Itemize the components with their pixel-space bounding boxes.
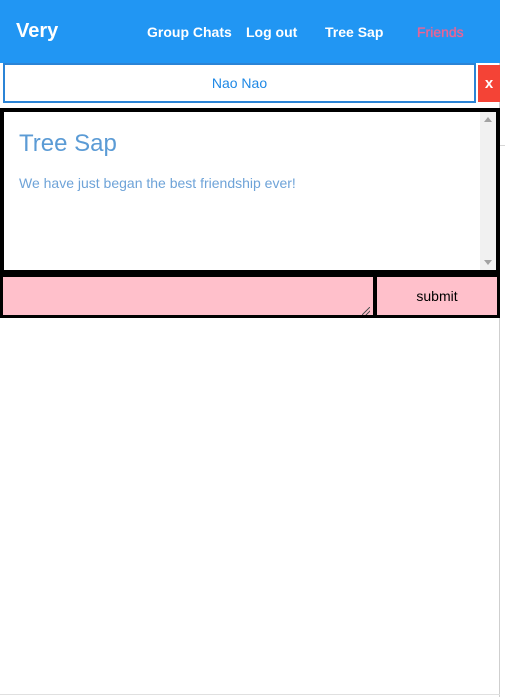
nav-link-group-chats[interactable]: Group Chats — [147, 24, 232, 40]
chat-partner-name: Nao Nao — [211, 75, 268, 91]
brand-logo[interactable]: Very — [16, 20, 58, 43]
message-panel: Tree Sap We have just began the best fri… — [0, 108, 500, 274]
right-edge-strip — [500, 0, 505, 697]
page: Very Group Chats Log out Tree Sap Friend… — [0, 0, 500, 697]
message-text: We have just began the best friendship e… — [19, 175, 296, 191]
submit-button[interactable]: submit — [377, 277, 497, 315]
divider — [500, 145, 505, 146]
resize-grip-icon[interactable] — [362, 307, 370, 315]
close-icon: x — [484, 75, 494, 92]
nav-link-log-out[interactable]: Log out — [246, 24, 297, 40]
message-scrollbar[interactable] — [480, 112, 496, 270]
divider — [0, 694, 500, 695]
nav-link-friends[interactable]: Friends — [417, 24, 464, 40]
close-chat-button[interactable]: x — [478, 65, 500, 102]
navbar: Very Group Chats Log out Tree Sap Friend… — [0, 0, 500, 63]
message-author: Tree Sap — [19, 130, 117, 157]
nav-link-tree-sap[interactable]: Tree Sap — [325, 24, 383, 40]
scroll-down-arrow-icon[interactable] — [484, 260, 492, 265]
chat-header[interactable]: Nao Nao — [3, 63, 476, 103]
message-composer: submit — [0, 274, 500, 318]
message-input[interactable] — [3, 277, 373, 315]
scroll-up-arrow-icon[interactable] — [484, 117, 492, 122]
